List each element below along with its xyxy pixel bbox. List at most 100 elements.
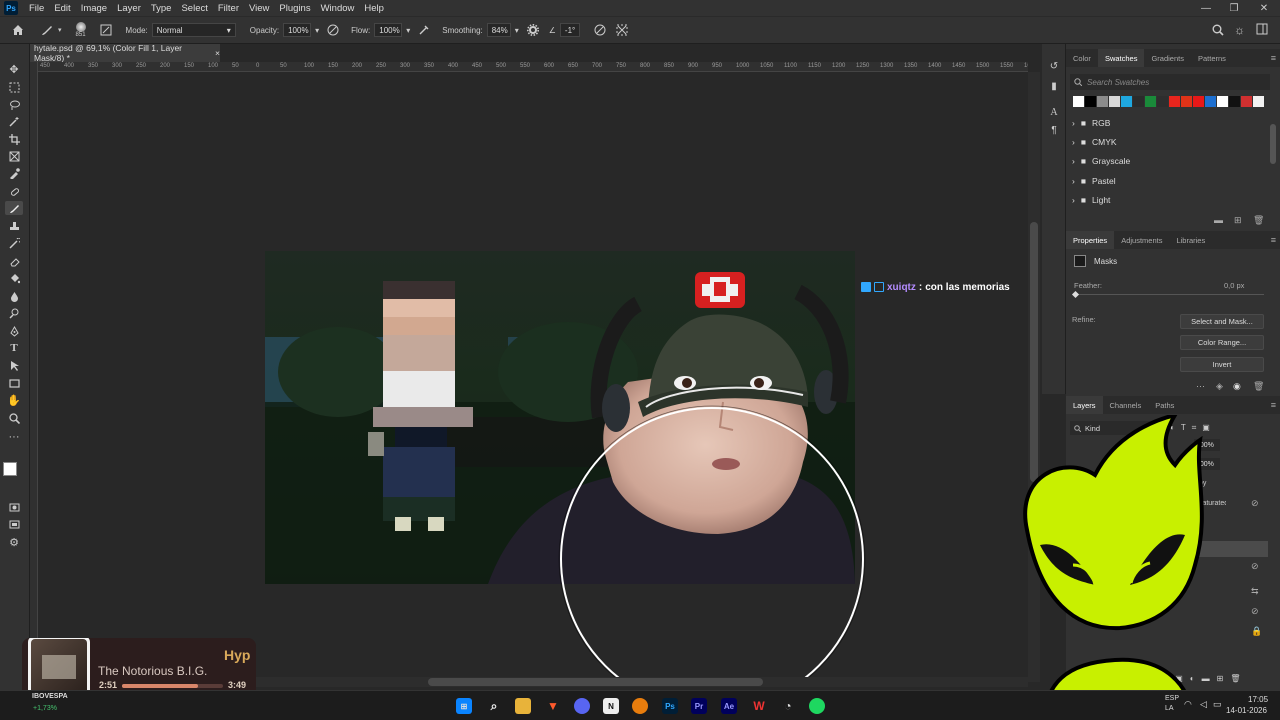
panel-menu-icon[interactable]: ≡ (1271, 53, 1276, 63)
screen-mode-icon[interactable] (5, 517, 23, 531)
type-tool-icon[interactable]: T (5, 341, 23, 355)
zoom-tool-icon[interactable] (5, 411, 23, 425)
healing-brush-icon[interactable] (5, 184, 23, 198)
file-explorer-icon[interactable] (515, 698, 531, 714)
tab-adjustments[interactable]: Adjustments (1114, 231, 1169, 249)
path-selection-icon[interactable] (5, 358, 23, 372)
menu-edit[interactable]: Edit (49, 3, 75, 14)
magic-wand-icon[interactable] (5, 114, 23, 128)
menu-image[interactable]: Image (76, 3, 112, 14)
brush-tool-icon[interactable]: ▾ (40, 23, 62, 37)
horizontal-scroll-thumb[interactable] (428, 678, 763, 686)
paint-bucket-icon[interactable] (5, 271, 23, 285)
blur-tool-icon[interactable] (5, 289, 23, 303)
tab-libraries[interactable]: Libraries (1169, 231, 1212, 249)
rectangle-tool-icon[interactable] (5, 376, 23, 390)
canvas-area[interactable] (38, 72, 1028, 677)
paragraph-panel-icon[interactable]: ¶ (1048, 124, 1060, 136)
tab-swatches[interactable]: Swatches (1097, 49, 1145, 67)
hand-tool-icon[interactable]: ✋ (5, 393, 23, 407)
mode-select[interactable]: Normal ▾ (151, 23, 236, 37)
delete-swatch-icon[interactable]: 🗑 (1253, 215, 1264, 226)
input-language[interactable]: ESP (1165, 695, 1179, 702)
blender-icon[interactable] (632, 698, 648, 714)
pressure-opacity-icon[interactable] (327, 24, 339, 36)
delete-layer-icon[interactable]: 🗑 (1230, 674, 1240, 683)
lock-icon[interactable]: 🔒 (1251, 626, 1262, 637)
color-swatch[interactable] (1073, 96, 1084, 107)
tab-gradients[interactable]: Gradients (1144, 49, 1191, 67)
menu-type[interactable]: Type (146, 3, 177, 14)
tab-patterns[interactable]: Patterns (1191, 49, 1233, 67)
more-tools-icon[interactable]: ··· (5, 430, 23, 444)
tab-channels[interactable]: Channels (1103, 396, 1149, 414)
color-swatch[interactable] (1193, 96, 1204, 107)
brush-preset-picker[interactable]: 851 (75, 22, 86, 38)
document-canvas[interactable] (38, 72, 1028, 677)
after-effects-taskbar-icon[interactable]: Ae (721, 698, 737, 714)
load-selection-icon[interactable]: ⋯ (1196, 381, 1205, 392)
apply-mask-icon[interactable]: ◈ (1216, 381, 1223, 392)
lasso-tool-icon[interactable] (5, 97, 23, 111)
search-icon[interactable] (1212, 24, 1224, 38)
color-swatch[interactable] (1229, 96, 1240, 107)
start-icon[interactable]: ⊞ (456, 698, 472, 714)
spotify-icon[interactable] (809, 698, 825, 714)
color-swatch[interactable] (1085, 96, 1096, 107)
obs-taskbar-icon[interactable]: ◔ (780, 698, 796, 714)
brave-icon[interactable]: ▼ (545, 698, 561, 714)
clone-stamp-icon[interactable] (5, 219, 23, 233)
app-taskbar-icon[interactable]: W (751, 698, 767, 714)
document-tab[interactable]: hytale.psd @ 69,1% (Color Fill 1, Layer … (30, 43, 220, 63)
extras-icon[interactable]: ⚙ (5, 535, 23, 549)
taskbar-search-icon[interactable]: ⌕ (486, 698, 502, 714)
color-swatch[interactable] (1181, 96, 1192, 107)
quick-mask-icon[interactable] (5, 500, 23, 514)
menu-select[interactable]: Select (176, 3, 212, 14)
restore-icon[interactable]: ❐ (1220, 0, 1248, 16)
tab-layers[interactable]: Layers (1066, 396, 1103, 414)
eraser-icon[interactable] (5, 254, 23, 268)
tab-properties[interactable]: Properties (1066, 231, 1115, 249)
mask-icon[interactable] (1074, 255, 1086, 267)
new-swatch-icon[interactable]: ⊞ (1234, 215, 1242, 226)
close-tab-icon[interactable]: × (215, 48, 220, 58)
stock-name[interactable]: IBOVESPA (32, 693, 68, 700)
color-swatch[interactable] (1133, 96, 1144, 107)
swatch-folder-rgb[interactable]: › ■ RGB (1072, 114, 1110, 132)
menu-help[interactable]: Help (359, 3, 389, 14)
pen-tool-icon[interactable] (5, 324, 23, 338)
frame-tool-icon[interactable] (5, 149, 23, 163)
clock-date[interactable]: 14-01-2026 (1226, 706, 1267, 715)
battery-icon[interactable]: ▭ (1213, 699, 1222, 710)
notion-icon[interactable]: N (603, 698, 619, 714)
tab-paths[interactable]: Paths (1148, 396, 1181, 414)
history-brush-icon[interactable] (5, 236, 23, 250)
color-swatch[interactable] (1145, 96, 1156, 107)
input-language-region[interactable]: LA (1165, 705, 1174, 712)
progress-track[interactable] (122, 684, 223, 688)
photoshop-logo[interactable]: Ps (4, 1, 18, 15)
color-swatch[interactable] (1109, 96, 1120, 107)
workspace-icon[interactable] (1256, 23, 1268, 37)
angle-input[interactable]: -1° (559, 23, 580, 37)
color-swatch[interactable] (1097, 96, 1108, 107)
swatch-folder-grayscale[interactable]: › ■ Grayscale (1072, 152, 1130, 170)
foreground-color-swatch[interactable] (3, 462, 17, 476)
premiere-taskbar-icon[interactable]: Pr (691, 698, 707, 714)
home-icon[interactable] (12, 24, 24, 36)
photoshop-taskbar-icon[interactable]: Ps (662, 698, 678, 714)
visibility-eye-icon[interactable]: ◉ (1233, 381, 1241, 392)
select-and-mask-button[interactable]: Select and Mask... (1180, 314, 1264, 329)
swatch-folder-light[interactable]: › ■ Light (1072, 191, 1110, 209)
layer-link-icon[interactable]: ⊘ (1251, 498, 1259, 509)
minimize-icon[interactable]: — (1192, 0, 1220, 16)
eyedropper-icon[interactable] (5, 166, 23, 180)
discover-icon[interactable]: ☼ (1234, 23, 1245, 37)
color-swatch[interactable] (1241, 96, 1252, 107)
character-panel-icon[interactable]: A (1048, 106, 1060, 118)
feather-value[interactable]: 0,0 px (1224, 281, 1244, 290)
swatch-search-field[interactable]: Search Swatches (1070, 74, 1270, 90)
color-swatch[interactable] (1121, 96, 1132, 107)
volume-icon[interactable]: ◁ (1200, 699, 1207, 710)
